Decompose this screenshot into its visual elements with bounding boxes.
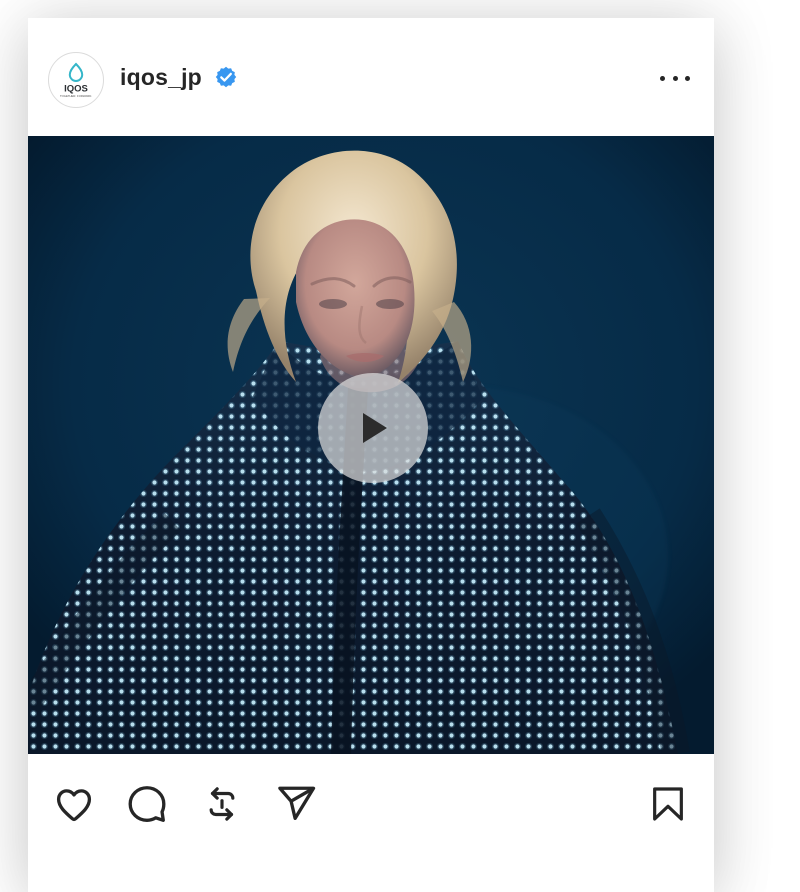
avatar-tagline: TOGETHER. FORWARD. <box>60 94 92 98</box>
post-header: IQOS TOGETHER. FORWARD. iqos_jp <box>28 18 714 136</box>
send-icon <box>278 786 316 821</box>
avatar-logo-text: IQOS <box>64 84 88 95</box>
play-icon <box>363 413 387 443</box>
more-dot-icon <box>685 75 690 81</box>
repost-button[interactable] <box>200 782 244 826</box>
verified-badge-icon <box>215 66 237 88</box>
profile-avatar[interactable]: IQOS TOGETHER. FORWARD. <box>48 52 104 108</box>
save-button[interactable] <box>646 782 690 826</box>
iqos-logo-icon: IQOS TOGETHER. FORWARD. <box>50 54 102 106</box>
more-dot-icon <box>672 75 678 81</box>
post-footer-space <box>28 854 714 892</box>
comment-icon <box>128 786 166 822</box>
post-card: IQOS TOGETHER. FORWARD. iqos_jp <box>28 18 714 892</box>
more-options-button[interactable] <box>660 68 690 88</box>
comment-button[interactable] <box>125 782 169 826</box>
right-eye <box>376 299 404 309</box>
share-button[interactable] <box>274 782 318 826</box>
instagram-post-stage: IQOS TOGETHER. FORWARD. iqos_jp <box>0 0 800 892</box>
heart-icon <box>56 789 92 822</box>
repost-icon <box>209 787 235 821</box>
like-button[interactable] <box>52 782 96 826</box>
username[interactable]: iqos_jp <box>120 64 202 91</box>
play-button[interactable] <box>318 373 428 483</box>
post-video[interactable] <box>28 136 714 754</box>
more-dot-icon <box>660 75 665 81</box>
post-actions-bar <box>28 754 714 854</box>
bookmark-icon <box>653 787 683 821</box>
left-eye <box>319 299 347 309</box>
